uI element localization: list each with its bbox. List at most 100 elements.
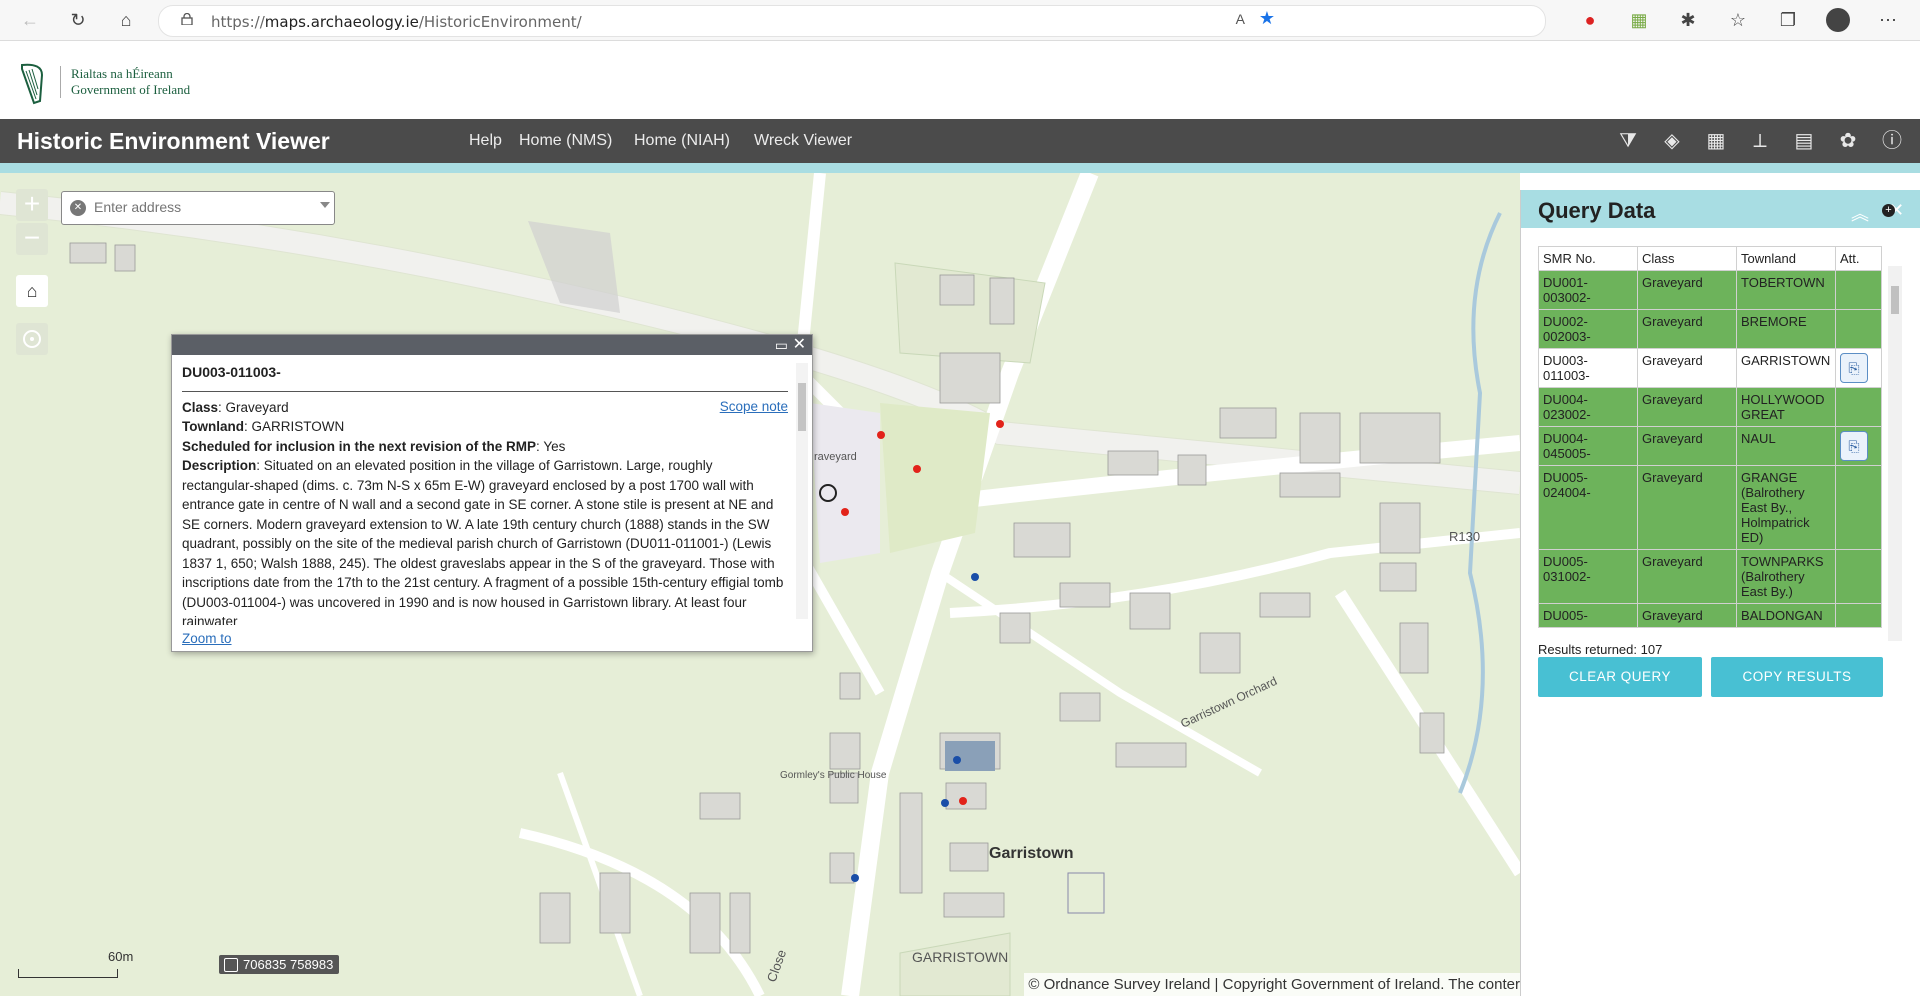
cell-townland: GARRISTOWN <box>1736 348 1836 388</box>
gov-header: Rialtas na hÉireann Government of Irelan… <box>0 41 1920 119</box>
nav-wreck-viewer[interactable]: Wreck Viewer <box>754 132 852 150</box>
cell-townland: BREMORE <box>1736 309 1836 349</box>
zoom-out-button[interactable]: − <box>16 223 48 255</box>
layers-icon[interactable]: ◈ <box>1660 129 1684 153</box>
cell-att <box>1835 270 1882 310</box>
table-row[interactable]: DU002-002003- Graveyard BREMORE <box>1538 309 1882 349</box>
address-search[interactable]: ✕ <box>61 191 335 225</box>
col-att[interactable]: Att. <box>1835 246 1882 271</box>
popup-townland-row: Townland: GARRISTOWN <box>182 419 345 434</box>
table-row[interactable]: DU001-003002- Graveyard TOBERTOWN <box>1538 270 1882 310</box>
add-column-icon[interactable]: + <box>1882 204 1895 217</box>
table-row[interactable]: DU005- Graveyard BALDONGAN <box>1538 603 1882 628</box>
app-title: Historic Environment Viewer <box>17 128 330 154</box>
town-label: Garristown <box>989 845 1074 862</box>
table-row[interactable]: DU004-023002- Graveyard HOLLYWOOD GREAT <box>1538 387 1882 427</box>
locate-button[interactable] <box>16 323 48 355</box>
measure-icon[interactable]: ⟂ <box>1748 129 1772 153</box>
col-townland[interactable]: Townland <box>1736 246 1836 271</box>
cell-townland: TOBERTOWN <box>1736 270 1836 310</box>
cell-class: Graveyard <box>1637 465 1737 550</box>
home-icon: ⌂ <box>26 281 38 301</box>
table-row[interactable]: DU005-031002- Graveyard TOWNPARKS (Balroth… <box>1538 549 1882 604</box>
cell-class: Graveyard <box>1637 549 1737 604</box>
zoom-controls: + − <box>16 189 48 255</box>
favorite-star-icon[interactable]: ★ <box>1259 8 1275 29</box>
grid-icon[interactable]: ▦ <box>1704 129 1728 153</box>
cell-att <box>1835 387 1882 427</box>
basemap-icon[interactable]: ✿ <box>1836 129 1860 153</box>
zoom-in-button[interactable]: + <box>16 189 48 221</box>
search-icon: ✕ <box>70 200 86 216</box>
header-accent-line <box>0 163 1920 173</box>
cell-att <box>1835 549 1882 604</box>
nav-home-niah[interactable]: Home (NIAH) <box>634 132 730 150</box>
results-count: Results returned: 107 <box>1538 642 1663 657</box>
menu-icon[interactable]: ⋯ <box>1876 8 1900 32</box>
extensions-icon[interactable]: ✱ <box>1676 8 1700 32</box>
address-input[interactable] <box>92 198 316 216</box>
cell-att <box>1835 465 1882 550</box>
cell-class: Graveyard <box>1637 270 1737 310</box>
col-smr[interactable]: SMR No. <box>1538 246 1638 271</box>
filter-icon[interactable]: ⧩ <box>1616 129 1640 153</box>
cell-att: ⎘ <box>1835 426 1882 466</box>
table-scrollbar[interactable] <box>1888 266 1902 641</box>
back-icon[interactable]: ← <box>18 8 42 32</box>
popup-content: DU003-011003- Scope note Class: Graveyar… <box>182 363 788 625</box>
cell-smr: DU005-031002- <box>1538 549 1638 604</box>
maximize-icon[interactable]: ▭ <box>775 337 788 353</box>
popup-titlebar: ▭ ✕ <box>172 335 812 355</box>
gov-line-2: Government of Ireland <box>71 82 191 97</box>
extension-grid-icon[interactable]: ▦ <box>1627 8 1651 32</box>
cell-att: ⎘ <box>1835 348 1882 388</box>
favorites-icon[interactable]: ☆ <box>1726 8 1750 32</box>
profile-avatar[interactable] <box>1826 8 1850 32</box>
nav-home-nms[interactable]: Home (NMS) <box>519 132 612 150</box>
collections-icon[interactable]: ❐ <box>1776 8 1800 32</box>
popup-class-row: Class: Graveyard <box>182 399 289 415</box>
cell-class: Graveyard <box>1637 309 1737 349</box>
address-bar[interactable]: https://maps.archaeology.ie/HistoricEnvi… <box>158 5 1546 37</box>
table-row[interactable]: DU003-011003- Graveyard GARRISTOWN ⎘ <box>1538 348 1882 388</box>
svg-text:Gormley's Public House: Gormley's Public House <box>780 770 887 781</box>
cell-smr: DU003-011003- <box>1538 348 1638 388</box>
legend-icon[interactable]: ▤ <box>1792 129 1816 153</box>
gov-line-1: Rialtas na hÉireann <box>71 66 173 81</box>
table-row[interactable]: DU004-045005- Graveyard NAUL ⎘ <box>1538 426 1882 466</box>
townland-label: GARRISTOWN <box>912 949 1009 965</box>
home-extent-button[interactable]: ⌂ <box>16 275 48 307</box>
copy-results-button[interactable]: COPY RESULTS <box>1711 657 1883 697</box>
gov-wordmark: Rialtas na hÉireann Government of Irelan… <box>60 66 190 98</box>
extension-adblock-icon[interactable]: ● <box>1578 8 1602 32</box>
attachment-icon[interactable]: ⎘ <box>1840 431 1868 461</box>
chevron-down-icon[interactable] <box>320 202 330 208</box>
cell-smr: DU004-023002- <box>1538 387 1638 427</box>
refresh-icon[interactable]: ↻ <box>66 8 90 32</box>
info-icon[interactable]: ⓘ <box>1880 129 1904 153</box>
popup-scrollbar[interactable] <box>796 363 808 619</box>
clear-query-button[interactable]: CLEAR QUERY <box>1538 657 1702 697</box>
home-icon[interactable]: ⌂ <box>114 8 138 32</box>
col-class[interactable]: Class <box>1637 246 1737 271</box>
attachment-icon[interactable]: ⎘ <box>1840 353 1868 383</box>
cell-att <box>1835 309 1882 349</box>
zoom-to-link[interactable]: Zoom to <box>182 631 232 646</box>
cell-smr: DU001-003002- <box>1538 270 1638 310</box>
read-aloud-icon[interactable]: A <box>1236 11 1245 27</box>
cell-townland: NAUL <box>1736 426 1836 466</box>
road-label-r130: R130 <box>1449 529 1480 544</box>
nav-help[interactable]: Help <box>469 132 502 150</box>
cell-smr: DU002-002003- <box>1538 309 1638 349</box>
app-header: Historic Environment Viewer Help Home (N… <box>0 119 1920 163</box>
scope-note-link[interactable]: Scope note <box>720 397 788 417</box>
results-table: SMR No. Class Townland Att. DU001-003002… <box>1538 246 1902 641</box>
cell-townland: TOWNPARKS (Balrothery East By.) <box>1736 549 1836 604</box>
close-icon[interactable]: ✕ <box>793 337 806 353</box>
scale-label: 60m <box>108 949 134 964</box>
table-row[interactable]: DU005-024004- Graveyard GRANGE (Balrothery… <box>1538 465 1882 550</box>
lock-icon <box>181 13 193 25</box>
svg-text:Garristown Orchard: Garristown Orchard <box>1178 674 1279 731</box>
cell-smr: DU004-045005- <box>1538 426 1638 466</box>
collapse-icon[interactable]: ︽ <box>1851 200 1869 226</box>
